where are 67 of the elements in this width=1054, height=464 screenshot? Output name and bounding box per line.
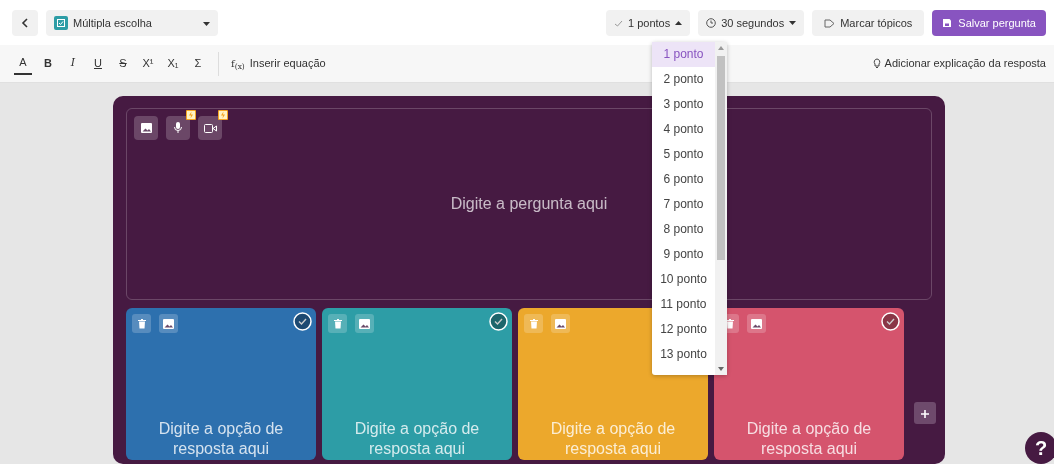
- image-icon: [359, 318, 370, 329]
- save-button[interactable]: Salvar pergunta: [932, 10, 1046, 36]
- menu-item[interactable]: 2 ponto: [652, 67, 715, 92]
- format-button[interactable]: Σ: [189, 53, 207, 74]
- trash-icon: [529, 318, 538, 329]
- caret-icon: [789, 21, 797, 25]
- format-button[interactable]: A: [14, 52, 32, 75]
- video-upload-button[interactable]: [198, 116, 222, 140]
- menu-item[interactable]: 10 ponto: [652, 267, 715, 292]
- lightbulb-icon: [872, 58, 881, 69]
- function-icon: f$_{(x)}$: [231, 56, 245, 71]
- menu-item[interactable]: 13 ponto: [652, 342, 715, 367]
- delete-button[interactable]: [132, 314, 151, 333]
- menu-item[interactable]: 8 ponto: [652, 217, 715, 242]
- image-icon: [751, 318, 762, 329]
- menu-item[interactable]: 12 ponto: [652, 317, 715, 342]
- back-button[interactable]: [12, 10, 38, 36]
- caret-icon: [675, 21, 683, 25]
- question-input[interactable]: Digite a pergunta aqui: [450, 192, 608, 216]
- menu-item[interactable]: 11 ponto: [652, 292, 715, 317]
- menu-item[interactable]: 4 ponto: [652, 117, 715, 142]
- plus-icon: [920, 409, 930, 420]
- add-explanation-link[interactable]: Adicionar explicação da resposta: [884, 55, 1046, 72]
- trash-icon: [725, 318, 734, 329]
- checkbox-icon: [54, 16, 68, 30]
- menu-item[interactable]: 3 ponto: [652, 92, 715, 117]
- menu-item[interactable]: 9 ponto: [652, 242, 715, 267]
- back-icon: [21, 18, 29, 28]
- format-button[interactable]: U: [89, 53, 107, 74]
- tags-button[interactable]: Marcar tópicos: [812, 10, 925, 36]
- add-option-button[interactable]: [914, 402, 936, 424]
- menu-item[interactable]: 1 ponto: [652, 42, 715, 67]
- help-button[interactable]: ?: [1025, 432, 1054, 464]
- image-icon: [163, 318, 174, 329]
- menu-item[interactable]: 6 ponto: [652, 167, 715, 192]
- microphone-icon: [174, 122, 182, 134]
- image-icon: [555, 318, 566, 329]
- format-button[interactable]: I: [64, 53, 82, 74]
- answer-option-input[interactable]: Digite a opção de resposta aqui: [132, 419, 310, 459]
- time-dropdown[interactable]: 30 segundos: [698, 10, 805, 36]
- clock-icon: [706, 18, 717, 28]
- delete-button[interactable]: [328, 314, 347, 333]
- image-upload-button[interactable]: [159, 314, 178, 333]
- menu-item[interactable]: 5 ponto: [652, 142, 715, 167]
- video-camera-icon: [203, 123, 217, 133]
- format-button[interactable]: B: [39, 53, 57, 74]
- image-upload-button[interactable]: [134, 116, 158, 140]
- tag-icon: [824, 18, 836, 28]
- check-circle-icon[interactable]: [293, 312, 312, 331]
- check-icon: [614, 19, 623, 27]
- points-dropdown[interactable]: 1 pontos: [606, 10, 691, 36]
- format-button[interactable]: S: [114, 53, 132, 74]
- trash-icon: [137, 318, 146, 329]
- format-button[interactable]: X₁: [164, 53, 182, 74]
- check-circle-icon[interactable]: [489, 312, 508, 331]
- check-circle-icon[interactable]: [881, 312, 900, 331]
- format-button[interactable]: X¹: [139, 53, 157, 74]
- scrollbar[interactable]: [715, 42, 727, 375]
- menu-item[interactable]: 7 ponto: [652, 192, 715, 217]
- image-icon: [140, 123, 152, 133]
- question-type-dropdown[interactable]: Múltipla escolha: [46, 10, 218, 36]
- audio-upload-button[interactable]: [166, 116, 190, 140]
- caret-icon: [203, 21, 210, 26]
- insert-equation-link[interactable]: Inserir equação: [249, 55, 326, 72]
- scroll-down-icon[interactable]: [718, 367, 724, 371]
- trash-icon: [333, 318, 342, 329]
- save-icon: [942, 18, 953, 28]
